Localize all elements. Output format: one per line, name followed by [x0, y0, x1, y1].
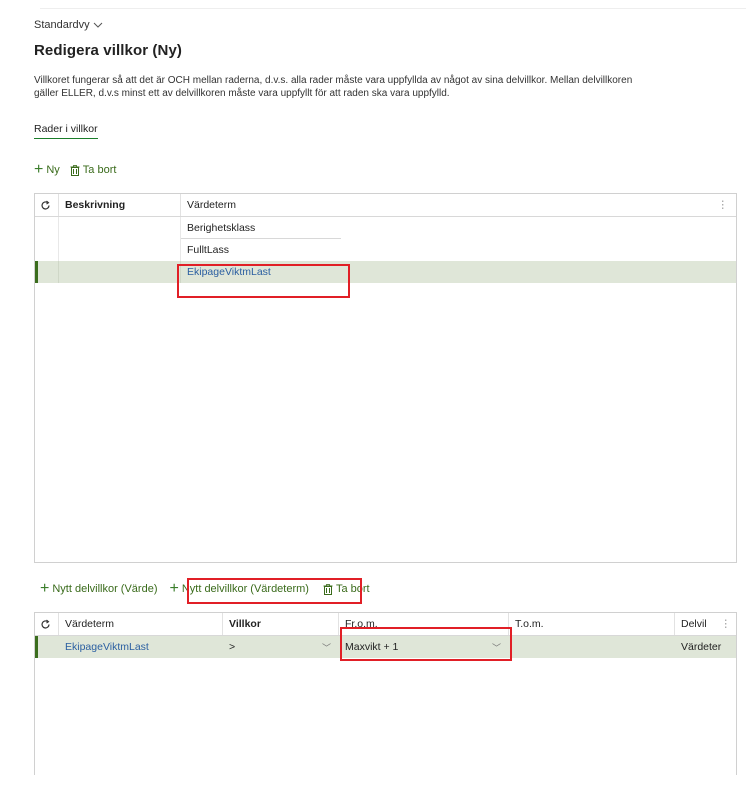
row-value-term-link[interactable]: EkipageViktmLast — [181, 261, 341, 283]
row-selector[interactable] — [35, 636, 59, 658]
new-subcondition-valueterm-button[interactable]: + Nytt delvillkor (Värdeterm) — [169, 580, 308, 597]
tab-rows-in-condition[interactable]: Rader i villkor — [34, 123, 98, 139]
description-line-2: gäller ELLER, d.v.s minst ett av delvill… — [34, 87, 450, 99]
row-description[interactable] — [59, 261, 181, 283]
column-options-icon[interactable]: ⋮ — [721, 618, 732, 630]
column-header-value-term[interactable]: Värdeterm ⋮ — [181, 194, 736, 216]
new-row-button[interactable]: + Ny — [34, 161, 60, 178]
column-header-from[interactable]: Fr.o.m. — [339, 613, 509, 635]
column-header-to[interactable]: T.o.m. — [509, 613, 675, 635]
rows-toolbar: + Ny Ta bort — [34, 161, 116, 178]
subconditions-toolbar: + Nytt delvillkor (Värde) + Nytt delvill… — [40, 580, 370, 597]
table-row[interactable]: FulltLass — [35, 239, 736, 261]
view-label: Standardvy — [34, 19, 90, 31]
trash-icon — [70, 164, 80, 176]
condition-description: Villkoret fungerar så att det är OCH mel… — [34, 75, 746, 100]
row-description[interactable] — [59, 217, 181, 239]
view-selector[interactable]: Standardvy — [34, 19, 103, 31]
new-subcondition-value-button[interactable]: + Nytt delvillkor (Värde) — [40, 580, 157, 597]
subconditions-grid: Värdeterm Villkor Fr.o.m. T.o.m. Delvil … — [34, 612, 737, 775]
plus-icon: + — [34, 161, 44, 178]
chevron-down-icon: ﹀ — [321, 642, 331, 653]
from-select[interactable]: Maxvikt + 1 ﹀ — [339, 636, 509, 658]
description-line-1: Villkoret fungerar så att det är OCH mel… — [34, 75, 633, 86]
row-selector[interactable] — [35, 261, 59, 283]
refresh-column[interactable] — [35, 194, 59, 216]
row-selector[interactable] — [35, 239, 59, 261]
refresh-icon — [41, 619, 50, 628]
row-value-term[interactable]: FulltLass — [181, 239, 341, 261]
page-title: Redigera villkor (Ny) — [34, 42, 182, 59]
row-value-term-link[interactable]: EkipageViktmLast — [59, 636, 223, 658]
subcondition-field[interactable]: Värdeter — [675, 636, 736, 658]
refresh-column[interactable] — [35, 613, 59, 635]
column-header-value-term[interactable]: Värdeterm — [59, 613, 223, 635]
table-row-selected[interactable]: EkipageViktmLast > ﹀ Maxvikt + 1 ﹀ Värde… — [35, 636, 736, 658]
trash-icon — [323, 583, 333, 595]
column-header-subcondition[interactable]: Delvil ⋮ — [675, 613, 736, 635]
column-options-icon[interactable]: ⋮ — [718, 199, 729, 211]
row-description[interactable] — [59, 239, 181, 261]
top-divider — [40, 8, 746, 9]
subconditions-grid-header: Värdeterm Villkor Fr.o.m. T.o.m. Delvil … — [35, 613, 736, 636]
column-header-description[interactable]: Beskrivning — [59, 194, 181, 216]
row-selector[interactable] — [35, 217, 59, 239]
plus-icon: + — [40, 580, 50, 597]
delete-row-button[interactable]: Ta bort — [70, 164, 116, 176]
plus-icon: + — [169, 580, 179, 597]
rows-grid-header: Beskrivning Värdeterm ⋮ — [35, 194, 736, 217]
table-row[interactable]: Berighetsklass — [35, 217, 736, 239]
column-header-condition[interactable]: Villkor — [223, 613, 339, 635]
rows-grid: Beskrivning Värdeterm ⋮ Berighetsklass F… — [34, 193, 737, 563]
condition-select[interactable]: > ﹀ — [223, 636, 339, 658]
to-field[interactable] — [509, 636, 675, 658]
row-value-term[interactable]: Berighetsklass — [181, 217, 341, 239]
chevron-down-icon — [93, 22, 103, 28]
refresh-icon — [41, 200, 50, 209]
delete-subcondition-button[interactable]: Ta bort — [323, 583, 370, 595]
chevron-down-icon: ﹀ — [491, 642, 501, 653]
table-row-selected[interactable]: EkipageViktmLast — [35, 261, 736, 283]
